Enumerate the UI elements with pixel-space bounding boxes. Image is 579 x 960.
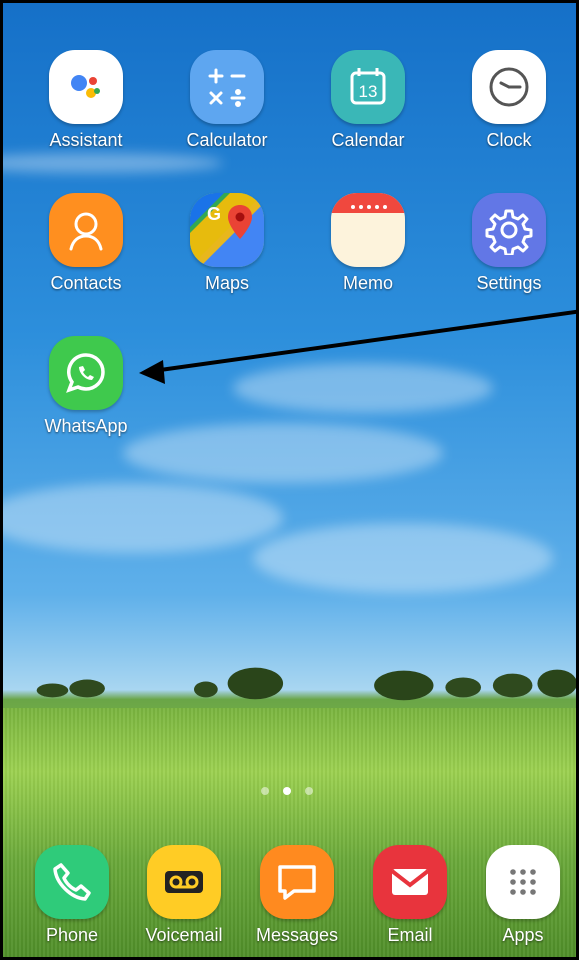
- annotation-arrow: [139, 309, 576, 384]
- app-label: Apps: [502, 925, 544, 945]
- page-dot: [261, 787, 269, 795]
- dock-apps[interactable]: Apps: [473, 845, 573, 946]
- page-dot-active: [283, 787, 291, 795]
- messages-icon: [260, 845, 334, 919]
- app-label: Phone: [45, 925, 99, 945]
- page-indicator[interactable]: [261, 787, 313, 795]
- dock-voicemail[interactable]: Voicemail: [134, 845, 234, 946]
- app-label: Email: [387, 925, 433, 945]
- app-label: Voicemail: [145, 925, 223, 945]
- app-label: Messages: [255, 925, 339, 945]
- voicemail-icon: [147, 845, 221, 919]
- dock-messages[interactable]: Messages: [247, 845, 347, 946]
- dock-phone[interactable]: Phone: [22, 845, 122, 946]
- home-screen: Assistant Calculator 13 Calendar Clock C…: [0, 0, 579, 960]
- apps-grid-icon: [486, 845, 560, 919]
- page-dot: [305, 787, 313, 795]
- email-icon: [373, 845, 447, 919]
- phone-icon: [35, 845, 109, 919]
- dock-email[interactable]: Email: [360, 845, 460, 946]
